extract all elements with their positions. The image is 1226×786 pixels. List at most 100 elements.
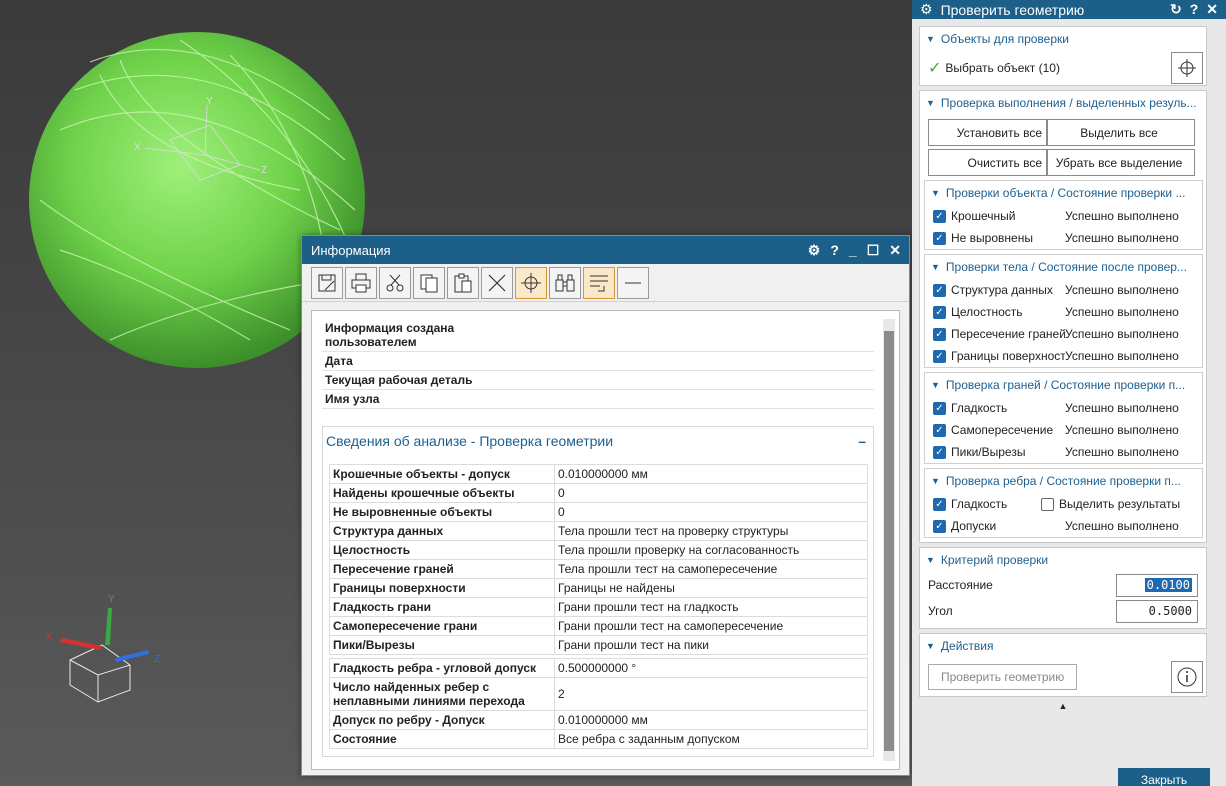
select-object-row: ✓ Выбрать объект (10) — [920, 51, 1206, 85]
check-row[interactable]: ✓ Допуски Успешно выполнено — [925, 515, 1202, 537]
checkbox-checked[interactable]: ✓ — [933, 283, 946, 297]
maximize-icon[interactable]: ☐ — [867, 242, 880, 259]
check-status: Успешно выполнено — [1065, 401, 1179, 415]
checkbox-checked[interactable]: ✓ — [933, 445, 946, 459]
check-row[interactable]: ✓ Границы поверхности Успешно выполнено — [925, 345, 1202, 367]
checkbox-checked[interactable]: ✓ — [933, 209, 946, 223]
group-title: Проверка выполнения / выделенных резуль.… — [940, 96, 1197, 110]
check-status: Успешно выполнено — [1065, 519, 1179, 533]
expand-icon: ▼ — [926, 555, 935, 565]
binoculars-icon[interactable] — [549, 266, 581, 299]
vertical-scrollbar[interactable] — [883, 319, 895, 761]
checkbox-checked[interactable]: ✓ — [933, 401, 946, 415]
info-title: Информация — [311, 242, 391, 258]
checkbox-checked[interactable]: ✓ — [933, 231, 946, 245]
actions-group: ▼ Действия Проверить геометрию — [919, 633, 1207, 697]
info-icon[interactable] — [1171, 661, 1203, 693]
group-title: Проверки тела / Состояние после провер..… — [945, 260, 1187, 274]
scrollbar-thumb[interactable] — [884, 331, 894, 751]
result-key: Самопересечение грани — [329, 616, 555, 636]
meta-value — [544, 319, 874, 352]
check-row[interactable]: ✓ Целостность Успешно выполнено — [925, 301, 1202, 323]
edge-checks-header[interactable]: ▼ Проверка ребра / Состояние проверки п..… — [925, 469, 1202, 493]
checkbox-checked[interactable]: ✓ — [933, 305, 946, 319]
reset-icon[interactable]: ↻ — [1170, 1, 1182, 18]
help-icon[interactable]: ? — [1190, 1, 1199, 18]
objects-group-header[interactable]: ▼ Объекты для проверки — [920, 27, 1206, 51]
body-checks-header[interactable]: ▼ Проверки тела / Состояние после провер.… — [925, 255, 1202, 279]
meta-table: Информация создана пользователем Дата Те… — [322, 319, 874, 409]
table-row: Текущая рабочая деталь — [322, 370, 874, 390]
collapse-icon[interactable]: – — [858, 433, 870, 449]
checkbox-checked[interactable]: ✓ — [933, 497, 946, 511]
distance-input[interactable]: 0.0100 — [1116, 573, 1198, 597]
check-row[interactable]: ✓ Гладкость Успешно выполнено — [925, 397, 1202, 419]
checkbox-checked[interactable]: ✓ — [933, 519, 946, 533]
table-row: Не выровненные объекты 0 — [329, 502, 868, 522]
actions-header[interactable]: ▼ Действия — [920, 634, 1206, 658]
check-status: Успешно выполнено — [1065, 283, 1179, 297]
face-checks-header[interactable]: ▼ Проверка граней / Состояние проверки п.… — [925, 373, 1202, 397]
check-row[interactable]: ✓ Пересечение граней Успешно выполнено — [925, 323, 1202, 345]
result-key: Найдены крошечные объекты — [329, 483, 555, 503]
meta-value — [544, 370, 874, 390]
clear-all-button[interactable]: Очистить все — [928, 149, 1047, 176]
target-icon[interactable] — [515, 266, 547, 299]
checkbox-checked[interactable]: ✓ — [933, 423, 946, 437]
result-value: Грани прошли тест на пики — [554, 635, 868, 655]
body-checks-group: ▼ Проверки тела / Состояние после провер.… — [924, 254, 1203, 368]
result-value: Границы не найдены — [554, 578, 868, 598]
result-value: Все ребра с заданным допуском — [554, 729, 868, 749]
table-row: Допуск по ребру - Допуск 0.010000000 мм — [329, 710, 868, 730]
info-title-bar[interactable]: Информация ⚙ ? _ ☐ ✕ — [302, 236, 909, 264]
edge-results-table: Гладкость ребра - угловой допуск 0.500000… — [329, 658, 868, 749]
check-row[interactable]: ✓ Структура данных Успешно выполнено — [925, 279, 1202, 301]
expand-icon: ▼ — [926, 98, 935, 108]
help-icon[interactable]: ? — [830, 242, 839, 259]
minus-icon[interactable] — [617, 266, 649, 299]
expand-icon: ▼ — [931, 380, 940, 390]
minimize-icon[interactable]: _ — [849, 242, 857, 259]
close-button[interactable]: Закрыть — [1118, 768, 1210, 786]
distance-label: Расстояние — [928, 578, 993, 592]
criteria-header[interactable]: ▼ Критерий проверки — [920, 548, 1206, 572]
check-geometry-panel: ⚙ Проверить геометрию ↻ ? ✕ ▼ Объекты для… — [912, 0, 1226, 786]
close-icon[interactable]: ✕ — [1206, 1, 1218, 18]
meta-key: Имя узла — [322, 389, 544, 409]
view-triad[interactable]: Y X Z — [30, 590, 180, 710]
check-row[interactable]: ✓ Крошечный Успешно выполнено — [925, 205, 1202, 227]
check-label: Пересечение граней — [951, 327, 1065, 341]
close-icon[interactable]: ✕ — [889, 242, 901, 259]
object-checks-header[interactable]: ▼ Проверки объекта / Состояние проверки .… — [925, 181, 1202, 205]
copy-icon[interactable] — [413, 266, 445, 299]
delete-icon[interactable] — [481, 266, 513, 299]
check-row[interactable]: ✓ Не выровнены Успешно выполнено — [925, 227, 1202, 249]
select-object-label: Выбрать объект (10) — [945, 61, 1060, 75]
save-icon[interactable] — [311, 266, 343, 299]
gear-icon[interactable]: ⚙ — [920, 1, 933, 18]
table-row: Найдены крошечные объекты 0 — [329, 483, 868, 503]
axis-z-label: Z — [261, 165, 267, 176]
deselect-all-button[interactable]: Убрать все выделение — [1047, 149, 1195, 176]
checkbox-checked[interactable]: ✓ — [933, 327, 946, 341]
check-geometry-button[interactable]: Проверить геометрию — [928, 664, 1078, 690]
set-all-button[interactable]: Установить все — [928, 119, 1047, 146]
cut-icon[interactable] — [379, 266, 411, 299]
wrap-icon[interactable] — [583, 266, 615, 299]
result-key: Гладкость грани — [329, 597, 555, 617]
angle-input[interactable]: 0.5000 — [1116, 599, 1198, 623]
collapse-arrow-icon[interactable]: ▲ — [919, 701, 1207, 711]
check-row[interactable]: ✓ Гладкость Выделить результаты — [925, 493, 1202, 515]
checkbox-unchecked[interactable] — [1041, 497, 1054, 511]
gear-icon[interactable]: ⚙ — [808, 242, 821, 259]
triad-y-label: Y — [108, 594, 115, 605]
paste-icon[interactable] — [447, 266, 479, 299]
result-value: 0.010000000 мм — [554, 710, 868, 730]
crosshair-icon[interactable] — [1171, 52, 1203, 84]
checkbox-checked[interactable]: ✓ — [933, 349, 946, 363]
check-row[interactable]: ✓ Самопересечение Успешно выполнено — [925, 419, 1202, 441]
print-icon[interactable] — [345, 266, 377, 299]
select-all-button[interactable]: Выделить все — [1047, 119, 1195, 146]
check-row[interactable]: ✓ Пики/Вырезы Успешно выполнено — [925, 441, 1202, 463]
run-checks-header[interactable]: ▼ Проверка выполнения / выделенных резуль… — [920, 91, 1206, 115]
